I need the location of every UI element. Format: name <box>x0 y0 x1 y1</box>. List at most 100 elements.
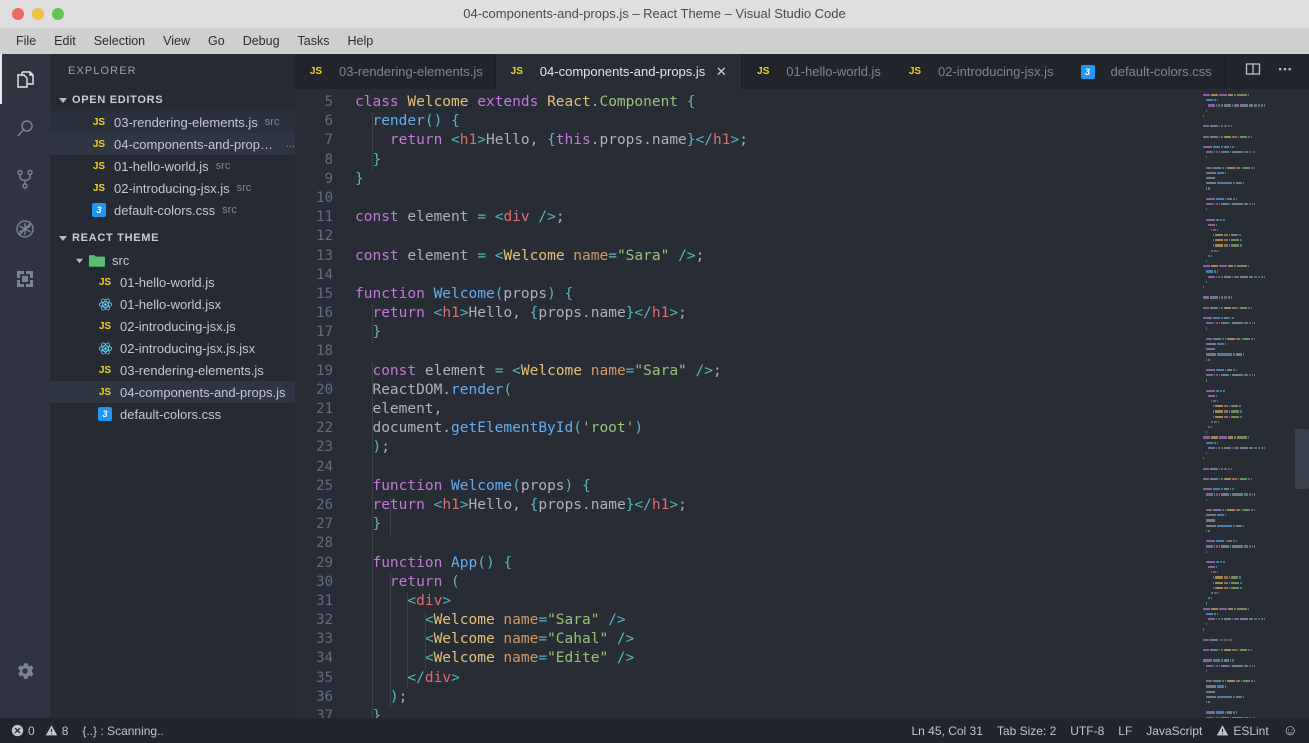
activity-extensions[interactable] <box>0 254 50 304</box>
code-line[interactable] <box>355 534 1197 553</box>
file-item[interactable]: JS 04-components-and-props.js <box>50 381 295 403</box>
activity-debug[interactable] <box>0 204 50 254</box>
menu-selection[interactable]: Selection <box>86 31 153 51</box>
code-line[interactable]: <Welcome name="Cahal" /> <box>355 630 1197 649</box>
minimap-line <box>1203 700 1303 704</box>
tab-close-icon[interactable]: ✕ <box>713 64 729 80</box>
code-line[interactable]: } <box>355 323 1197 342</box>
status-eslint[interactable]: ESLint <box>1209 718 1275 743</box>
activity-explorer[interactable] <box>0 54 50 104</box>
open-editor-item[interactable]: 3 default-colors.css src <box>50 199 295 221</box>
zoom-window-button[interactable] <box>52 8 64 20</box>
editor-scrollbar[interactable] <box>1295 89 1309 718</box>
folder-src[interactable]: src <box>50 249 295 271</box>
close-window-button[interactable] <box>12 8 24 20</box>
code-line[interactable] <box>355 266 1197 285</box>
code-line[interactable] <box>355 227 1197 246</box>
file-item[interactable]: JS 02-introducing-jsx.js <box>50 315 295 337</box>
section-project[interactable]: REACT THEME <box>50 227 295 249</box>
code-line[interactable]: return ( <box>355 573 1197 592</box>
code-line[interactable]: const element = <div />; <box>355 208 1197 227</box>
line-number: 8 <box>324 151 333 168</box>
code-line[interactable]: } <box>355 151 1197 170</box>
status-feedback[interactable]: ☺ <box>1276 718 1305 743</box>
code-line[interactable]: <Welcome name="Edite" /> <box>355 649 1197 668</box>
code-line[interactable]: render() { <box>355 112 1197 131</box>
code-line[interactable]: return <h1>Hello, {props.name}</h1>; <box>355 496 1197 515</box>
code-line[interactable]: ReactDOM.render( <box>355 381 1197 400</box>
code-line[interactable]: const element = <Welcome name="Sara" />; <box>355 247 1197 266</box>
open-editor-item[interactable]: JS 03-rendering-elements.js src <box>50 111 295 133</box>
code-line[interactable]: function Welcome(props) { <box>355 285 1197 304</box>
menu-help[interactable]: Help <box>340 31 382 51</box>
status-prettier[interactable]: {..} : Scanning.. <box>75 718 170 743</box>
code-line[interactable] <box>355 189 1197 208</box>
file-item[interactable]: JS 01-hello-world.js <box>50 271 295 293</box>
code-line[interactable]: function Welcome(props) { <box>355 477 1197 496</box>
code-line[interactable]: return <h1>Hello, {this.props.name}</h1>… <box>355 131 1197 150</box>
code-viewport[interactable]: 5 6 7 8 9 10 11 12 13 14 15 16 17 18 19 20 21 22 23 24 25 26 2… <box>295 89 1197 718</box>
code-content[interactable]: class Welcome extends React.Component { … <box>355 89 1197 718</box>
status-cursor-position[interactable]: Ln 45, Col 31 <box>905 718 990 743</box>
file-item[interactable]: JS 03-rendering-elements.js <box>50 359 295 381</box>
status-line-endings[interactable]: LF <box>1111 718 1139 743</box>
code-line[interactable]: element, <box>355 400 1197 419</box>
minimap-line <box>1203 109 1303 113</box>
menu-file[interactable]: File <box>8 31 44 51</box>
status-problems[interactable]: 0 8 <box>4 718 75 743</box>
tab-default-colors-css[interactable]: 3 default-colors.css <box>1066 54 1225 89</box>
debug-icon <box>13 217 37 241</box>
code-line[interactable] <box>355 458 1197 477</box>
code-line[interactable]: <div> <box>355 592 1197 611</box>
code-line[interactable]: class Welcome extends React.Component { <box>355 93 1197 112</box>
tab-03-rendering-elements[interactable]: JS 03-rendering-elements.js <box>295 54 496 89</box>
file-item[interactable]: 3 default-colors.css <box>50 403 295 425</box>
line-number: 25 <box>316 477 333 494</box>
file-item[interactable]: 02-introducing-jsx.js.jsx <box>50 337 295 359</box>
code-line[interactable]: ); <box>355 688 1197 707</box>
code-line[interactable]: <Welcome name="Sara" /> <box>355 611 1197 630</box>
minimize-window-button[interactable] <box>32 8 44 20</box>
code-line[interactable]: return <h1>Hello, {props.name}</h1>; <box>355 304 1197 323</box>
file-item[interactable]: 01-hello-world.jsx <box>50 293 295 315</box>
minimap-line <box>1203 415 1303 419</box>
minimap[interactable] <box>1197 89 1309 718</box>
activity-manage-settings[interactable] <box>0 646 50 696</box>
open-editor-item[interactable]: JS 01-hello-world.js src <box>50 155 295 177</box>
code-line[interactable]: } <box>355 707 1197 718</box>
tab-01-hello-world[interactable]: JS 01-hello-world.js <box>742 54 894 89</box>
menu-tasks[interactable]: Tasks <box>290 31 338 51</box>
vscode-window: 04-components-and-props.js – React Theme… <box>0 0 1309 743</box>
minimap-line <box>1203 93 1303 97</box>
status-bar: 0 8 {..} : Scanning.. Ln 45, Col 31 Tab … <box>0 718 1309 743</box>
status-encoding[interactable]: UTF-8 <box>1063 718 1111 743</box>
code-line[interactable]: const element = <Welcome name="Sara" />; <box>355 362 1197 381</box>
tab-02-introducing-jsx[interactable]: JS 02-introducing-jsx.js <box>893 54 1067 89</box>
open-editor-label: 01-hello-world.js <box>114 158 209 174</box>
menu-view[interactable]: View <box>155 31 198 51</box>
menu-debug[interactable]: Debug <box>235 31 288 51</box>
code-line[interactable]: </div> <box>355 669 1197 688</box>
menu-edit[interactable]: Edit <box>46 31 84 51</box>
code-line[interactable] <box>355 342 1197 361</box>
minimap-line <box>1203 716 1303 718</box>
minimap-line <box>1203 518 1303 522</box>
open-editor-item[interactable]: JS 02-introducing-jsx.js src <box>50 177 295 199</box>
status-language-mode[interactable]: JavaScript <box>1139 718 1209 743</box>
code-line[interactable]: ); <box>355 438 1197 457</box>
code-line[interactable]: } <box>355 170 1197 189</box>
tab-04-components-and-props[interactable]: JS 04-components-and-props.js ✕ <box>495 54 743 89</box>
more-actions-button[interactable] <box>1271 58 1299 86</box>
section-open-editors[interactable]: OPEN EDITORS <box>50 89 295 111</box>
open-editor-item[interactable]: JS 04-components-and-props.js ... <box>50 133 295 155</box>
split-editor-button[interactable] <box>1239 58 1267 86</box>
activity-source-control[interactable] <box>0 154 50 204</box>
code-line[interactable]: } <box>355 515 1197 534</box>
status-tab-size[interactable]: Tab Size: 2 <box>990 718 1063 743</box>
minimap-line <box>1203 710 1303 714</box>
scrollbar-thumb[interactable] <box>1295 429 1309 489</box>
code-line[interactable]: document.getElementById('root') <box>355 419 1197 438</box>
menu-go[interactable]: Go <box>200 31 233 51</box>
activity-search[interactable] <box>0 104 50 154</box>
code-line[interactable]: function App() { <box>355 554 1197 573</box>
